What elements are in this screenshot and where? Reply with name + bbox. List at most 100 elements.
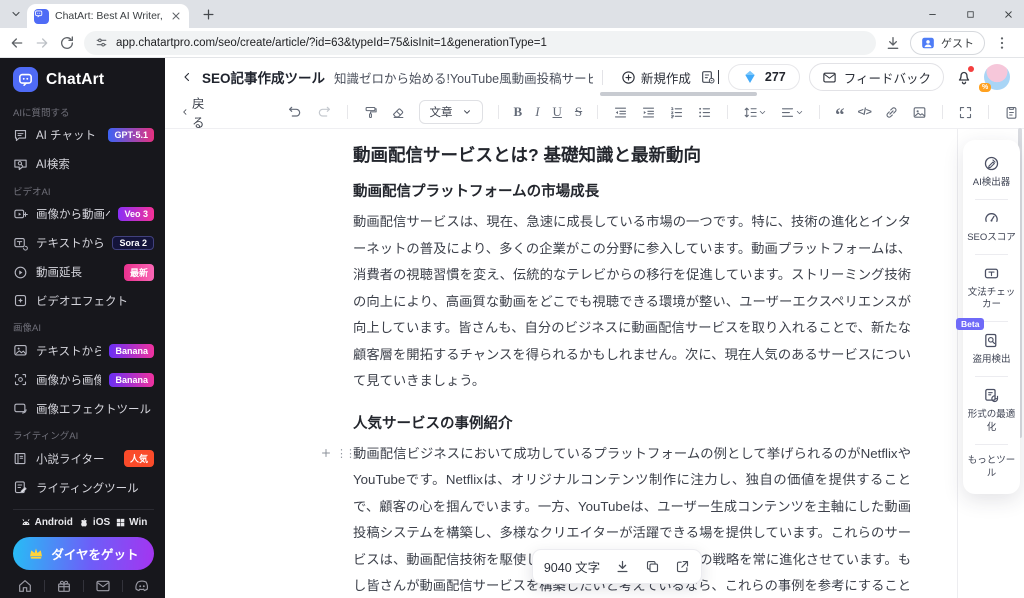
get-diamonds-button[interactable]: ダイヤをゲット	[13, 536, 154, 570]
doc-subheading[interactable]: 人気サービスの事例紹介	[353, 412, 911, 433]
maximize-button[interactable]	[965, 9, 976, 20]
notifications-button[interactable]	[955, 66, 974, 86]
newest-badge: 最新	[123, 263, 154, 281]
sidebar-item-image-to-video[interactable]: 画像から動画へ Veo 3	[13, 200, 154, 229]
export-icon[interactable]	[675, 559, 690, 574]
platforms-row: Android iOS Win	[13, 517, 154, 529]
italic-button[interactable]: I	[535, 104, 539, 120]
platform-win[interactable]: Win	[115, 517, 147, 528]
doc-subheading[interactable]: 動画配信プラットフォームの市場成長	[353, 180, 911, 201]
sidebar-item-ai-search[interactable]: AI検索	[13, 150, 154, 179]
char-count-bar: 9040 文字	[532, 549, 702, 584]
indent-button[interactable]	[641, 105, 656, 120]
tab-close-icon[interactable]	[170, 10, 182, 22]
undo-button[interactable]	[287, 104, 303, 120]
site-info-icon[interactable]	[95, 36, 108, 49]
tool-more-tools[interactable]: もっとツール	[963, 445, 1020, 490]
browser-menu-icon[interactable]	[994, 35, 1010, 51]
download-icon[interactable]	[885, 35, 901, 51]
sidebar-item-image-effect-tools[interactable]: 画像エフェクトツール	[13, 394, 154, 423]
new-tab-button[interactable]	[201, 7, 216, 22]
tool-ai-detector[interactable]: AI検出器	[963, 145, 1020, 199]
doc-refresh-icon	[983, 387, 1000, 404]
tool-plagiarism-check[interactable]: Beta 盗用検出	[956, 318, 1020, 376]
sidebar-item-text-to-image[interactable]: テキストから... Banana	[13, 336, 154, 365]
veo-badge: Veo 3	[118, 207, 154, 222]
document-tab-title[interactable]: 知識ゼロから始める!YouTube風動画投稿サービスの…	[334, 68, 593, 87]
platform-ios[interactable]: iOS	[78, 517, 110, 529]
save-note-button[interactable]	[1004, 105, 1019, 120]
drag-handle-icon[interactable]: ⋮⋮	[336, 447, 356, 460]
paragraph-style-select[interactable]: 文章	[418, 100, 483, 124]
sidebar-item-novel-writer[interactable]: 小説ライター 人気	[13, 444, 154, 473]
home-icon[interactable]	[17, 578, 33, 594]
new-document-button[interactable]: 新規作成	[621, 68, 691, 87]
text-to-video-icon	[13, 236, 28, 251]
add-block-icon[interactable]	[320, 447, 332, 459]
editor-edge-line	[957, 129, 958, 598]
sidebar-item-video-extend[interactable]: 動画延長 最新	[13, 258, 154, 287]
discord-icon[interactable]	[134, 578, 150, 594]
main-area: SEO記事作成ツール 知識ゼロから始める!YouTube風動画投稿サービスの… …	[165, 58, 1024, 598]
insert-image-button[interactable]	[912, 105, 927, 120]
sidebar-section-image-ai: 画像AI	[13, 323, 41, 335]
sidebar-item-image-to-image[interactable]: 画像から画像 Banana	[13, 365, 154, 394]
bullet-list-button[interactable]	[697, 105, 712, 120]
fullscreen-button[interactable]	[958, 105, 973, 120]
ordered-list-button[interactable]	[669, 105, 684, 120]
block-handles[interactable]: ⋮⋮	[320, 447, 356, 460]
image-effects-icon	[13, 401, 28, 416]
tab-title: ChatArt: Best AI Writer, AI Cont	[55, 10, 164, 22]
url-bar[interactable]: app.chatartpro.com/seo/create/article/?i…	[84, 30, 876, 55]
doc-heading[interactable]: 動画配信サービスとは? 基礎知識と最新動向	[353, 142, 911, 167]
platform-android[interactable]: Android	[20, 517, 73, 529]
clear-format-button[interactable]	[391, 105, 406, 120]
tool-format-optimize[interactable]: 形式の最適化	[963, 377, 1020, 444]
bold-button[interactable]: B	[514, 104, 523, 120]
link-button[interactable]	[884, 105, 899, 120]
code-button[interactable]: </>	[858, 106, 872, 118]
back-icon[interactable]	[9, 35, 25, 51]
user-avatar[interactable]: %	[979, 64, 1010, 92]
format-painter-button[interactable]	[363, 105, 378, 120]
minimize-button[interactable]	[927, 9, 938, 20]
doc-paragraph[interactable]: 動画配信サービスは、現在、急速に成長している市場の一つです。特に、技術の進化とイ…	[353, 209, 911, 395]
rename-button[interactable]	[700, 69, 719, 85]
text-cursor	[717, 70, 719, 84]
feedback-button[interactable]: フィードバック	[808, 63, 944, 91]
credits-button[interactable]: 277	[727, 64, 800, 90]
tool-seo-score[interactable]: SEOスコア	[963, 200, 1020, 254]
sidebar-item-text-to-video[interactable]: テキストから... Sora 2	[13, 229, 154, 258]
document-body[interactable]: 動画配信サービスとは? 基礎知識と最新動向 動画配信プラットフォームの市場成長 …	[353, 129, 911, 598]
mail-icon[interactable]	[95, 578, 111, 594]
sidebar-item-video-effects[interactable]: ビデオエフェクト	[13, 287, 154, 316]
redo-button[interactable]	[316, 104, 332, 120]
strikethrough-button[interactable]: S	[575, 104, 582, 120]
profile-button[interactable]: ゲスト	[910, 30, 985, 55]
tab-search-button[interactable]	[7, 6, 25, 22]
header-back-icon[interactable]	[181, 70, 193, 84]
notification-dot	[968, 66, 974, 72]
sidebar-item-writing-tools[interactable]: ライティングツール	[13, 473, 154, 502]
close-button[interactable]	[1003, 9, 1014, 20]
browser-toolbar: app.chatartpro.com/seo/create/article/?i…	[0, 28, 1024, 58]
tool-grammar-checker[interactable]: 文法チェッカー	[963, 255, 1020, 322]
sidebar-item-ai-chat[interactable]: AI チャット GPT-5.1	[13, 121, 154, 150]
line-height-button[interactable]	[743, 105, 767, 120]
reload-icon[interactable]	[59, 35, 75, 51]
sidebar-section-video-ai: ビデオAI	[13, 186, 51, 198]
brand[interactable]: ChatArt	[13, 67, 154, 92]
screen: ChatArt: Best AI Writer, AI Cont app.cha…	[0, 0, 1024, 598]
editor-canvas[interactable]: 動画配信サービスとは? 基礎知識と最新動向 動画配信プラットフォームの市場成長 …	[165, 129, 1024, 598]
forward-icon[interactable]	[34, 35, 50, 51]
copy-icon[interactable]	[645, 559, 660, 574]
align-button[interactable]	[780, 105, 804, 120]
editor-back-button[interactable]: 戻る	[181, 93, 209, 131]
text-to-image-icon	[13, 343, 28, 358]
underline-button[interactable]: U	[553, 104, 562, 120]
blockquote-button[interactable]: “	[835, 103, 845, 125]
download-article-icon[interactable]	[615, 559, 630, 574]
gift-icon[interactable]	[56, 578, 72, 594]
browser-tab[interactable]: ChatArt: Best AI Writer, AI Cont	[27, 4, 189, 28]
outdent-button[interactable]	[613, 105, 628, 120]
